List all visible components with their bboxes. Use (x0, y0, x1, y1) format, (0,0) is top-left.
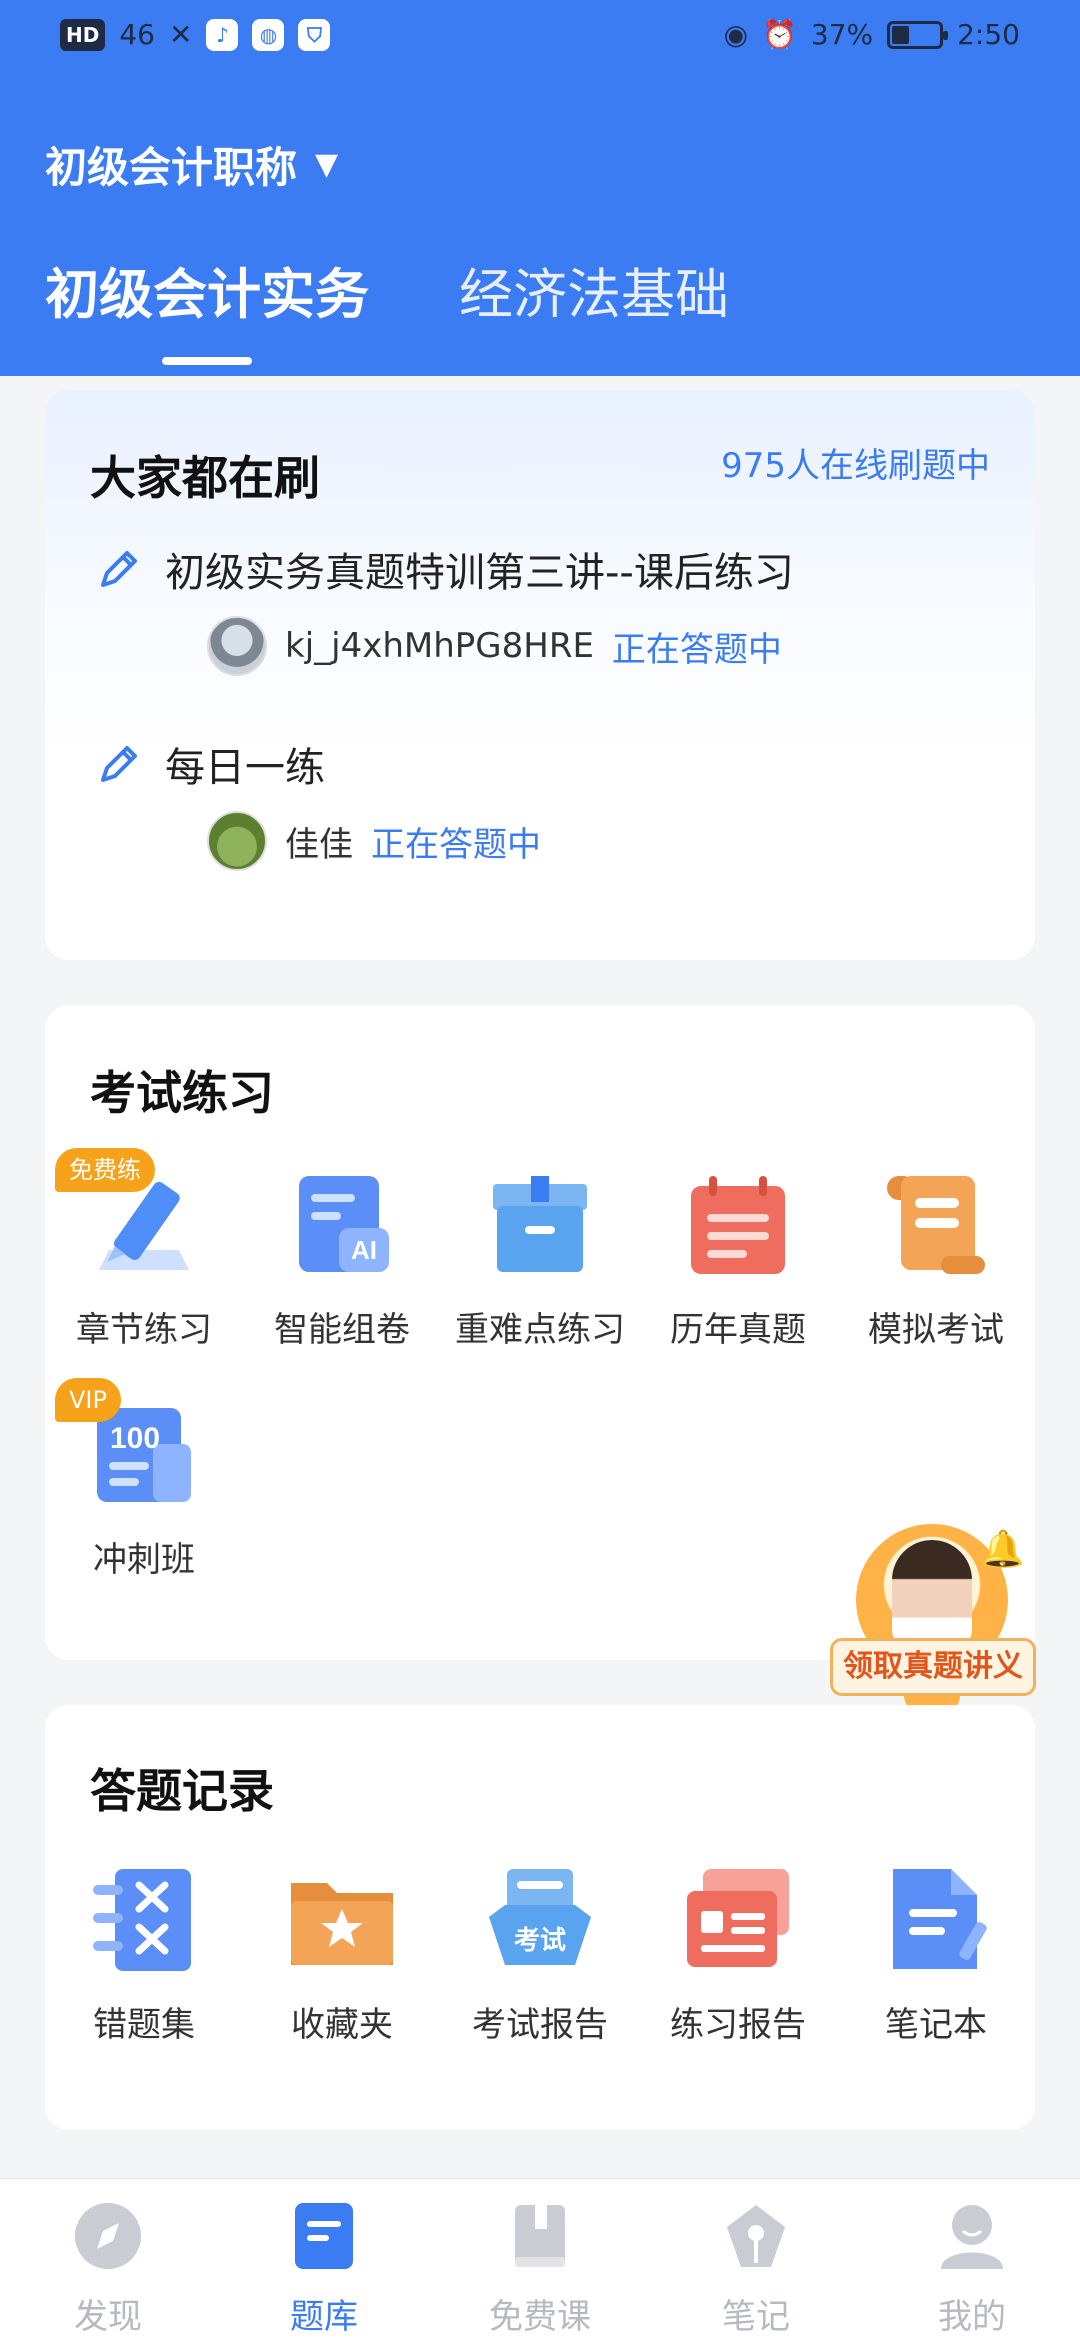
grid-label: 模拟考试 (868, 1310, 1004, 1350)
chapter-practice-button[interactable]: 免费练 章节练习 (45, 1148, 243, 1351)
notebook-button[interactable]: 笔记本 (837, 1865, 1035, 2046)
smart-paper-button[interactable]: AI 智能组卷 (243, 1170, 441, 1351)
shield-icon: ⛉ (298, 18, 331, 51)
promo-float-button[interactable]: 🔔 领取真题讲义 (830, 1520, 1040, 1720)
status-right-icons: ◉ ⏰ 37% 2:50 (724, 18, 1020, 51)
clock-time: 2:50 (957, 18, 1020, 51)
hot-item-title: 每日一练 (165, 745, 325, 791)
hot-item[interactable]: 初级实务真题特训第三讲--课后练习 kj_j4xhMhPG8HRE 正在答题中 (95, 540, 995, 676)
nav-notes[interactable]: 笔记 (648, 2201, 864, 2338)
nav-label: 免费课 (489, 2297, 591, 2337)
app-header: HD 46 ✕ ♪ ◍ ⛉ ◉ ⏰ 37% 2:50 初级会计职称 ▼ 初级会计… (0, 0, 1080, 376)
exam-practice-title: 考试练习 (90, 1066, 274, 1120)
book-icon (515, 2205, 565, 2267)
nav-discover[interactable]: 发现 (0, 2201, 216, 2338)
nav-label: 我的 (938, 2297, 1006, 2337)
sprint-class-button[interactable]: VIP 100 冲刺班 (45, 1378, 243, 1581)
answer-records-card: 答题记录 错题集 收藏夹 考试 考试报告 练习报告 笔记本 (45, 1705, 1035, 2130)
eye-icon: ◉ (723, 18, 748, 51)
grid-label: 收藏夹 (291, 2005, 393, 2045)
ai-paper-icon: AI (299, 1176, 389, 1272)
nav-profile[interactable]: 我的 (864, 2201, 1080, 2338)
star-folder-icon (291, 1883, 393, 1965)
pencil-icon (101, 551, 137, 587)
certificate-selector[interactable]: 初级会计职称 ▼ (45, 134, 338, 195)
notebook-icon (893, 1869, 987, 1969)
music-icon: ♪ (206, 18, 239, 51)
signal-4g-icon: 46 (119, 18, 155, 51)
grid-label: 重难点练习 (455, 1310, 625, 1350)
question-bank-icon (295, 2203, 353, 2269)
nav-label: 题库 (290, 2297, 358, 2337)
wrong-list-icon (93, 1869, 191, 1971)
status-bar: HD 46 ✕ ♪ ◍ ⛉ ◉ ⏰ 37% 2:50 (0, 0, 1080, 72)
tab-accounting-practice[interactable]: 初级会计实务 (45, 250, 369, 365)
key-points-button[interactable]: 重难点练习 (441, 1170, 639, 1351)
drawer-box-icon (493, 1176, 587, 1272)
hot-practice-title: 大家都在刷 (90, 451, 320, 505)
caret-down-icon: ▼ (315, 147, 339, 182)
calendar-doc-icon (691, 1176, 785, 1274)
free-tag: 免费练 (55, 1148, 155, 1192)
hot-practice-card: 大家都在刷 975人在线刷题中 初级实务真题特训第三讲--课后练习 kj_j4x… (45, 390, 1035, 960)
favorites-button[interactable]: 收藏夹 (243, 1865, 441, 2046)
compass-icon (75, 2203, 141, 2269)
pencil-icon (101, 746, 137, 782)
mock-exam-button[interactable]: 模拟考试 (837, 1170, 1035, 1351)
practice-report-icon (687, 1869, 789, 1967)
grid-label: 章节练习 (76, 1310, 212, 1350)
online-count: 975人在线刷题中 (721, 446, 990, 486)
tab-economic-law[interactable]: 经济法基础 (459, 250, 729, 329)
battery-percent: 37% (810, 18, 874, 51)
vip-tag: VIP (55, 1378, 121, 1422)
past-exams-button[interactable]: 历年真题 (639, 1170, 837, 1351)
certificate-label: 初级会计职称 (45, 143, 298, 192)
grid-label: 冲刺班 (93, 1540, 195, 1580)
grid-label: 笔记本 (885, 2005, 987, 2045)
signal-none-icon: ✕ (168, 18, 193, 51)
avatar (207, 616, 267, 676)
wrong-questions-button[interactable]: 错题集 (45, 1865, 243, 2046)
bottom-nav: 发现 题库 免费课 笔记 我的 (0, 2178, 1080, 2340)
browser-icon: ◍ (252, 18, 285, 51)
subject-tabs: 初级会计实务 经济法基础 (45, 250, 729, 365)
practice-report-button[interactable]: 练习报告 (639, 1865, 837, 2046)
user-name: 佳佳 (285, 824, 353, 865)
bell-icon: 🔔 (980, 1529, 1025, 1570)
grid-label: 练习报告 (670, 2005, 806, 2045)
nav-free-course[interactable]: 免费课 (432, 2201, 648, 2338)
grid-label: 错题集 (93, 2005, 195, 2045)
alarm-icon: ⏰ (762, 18, 797, 51)
hot-item-title: 初级实务真题特训第三讲--课后练习 (165, 550, 794, 596)
nav-question-bank[interactable]: 题库 (216, 2201, 432, 2338)
answering-status: 正在答题中 (371, 824, 541, 865)
answer-records-title: 答题记录 (90, 1764, 274, 1818)
battery-icon (887, 20, 949, 49)
exam-report-button[interactable]: 考试 考试报告 (441, 1865, 639, 2046)
svg-text:100: 100 (110, 1422, 160, 1455)
grid-label: 智能组卷 (274, 1310, 410, 1350)
grid-label: 历年真题 (670, 1310, 806, 1350)
nav-label: 发现 (74, 2297, 142, 2337)
svg-text:AI: AI (351, 1235, 377, 1265)
hd-icon: HD (60, 18, 106, 51)
exam-report-icon: 考试 (489, 1869, 591, 1965)
customer-service-avatar (892, 1540, 972, 1650)
user-name: kj_j4xhMhPG8HRE (285, 626, 594, 666)
nav-label: 笔记 (722, 2297, 790, 2337)
status-left-icons: HD 46 ✕ ♪ ◍ ⛉ (60, 18, 331, 51)
grid-label: 考试报告 (472, 2005, 608, 2045)
scroll-icon (887, 1176, 985, 1274)
exam-badge-text: 考试 (514, 1926, 566, 1956)
answering-status: 正在答题中 (611, 629, 782, 670)
avatar (207, 811, 267, 871)
promo-label: 领取真题讲义 (830, 1638, 1036, 1696)
pen-nib-icon (727, 2205, 785, 2267)
profile-icon (941, 2205, 1003, 2269)
hot-item[interactable]: 每日一练 佳佳 正在答题中 (95, 735, 995, 871)
